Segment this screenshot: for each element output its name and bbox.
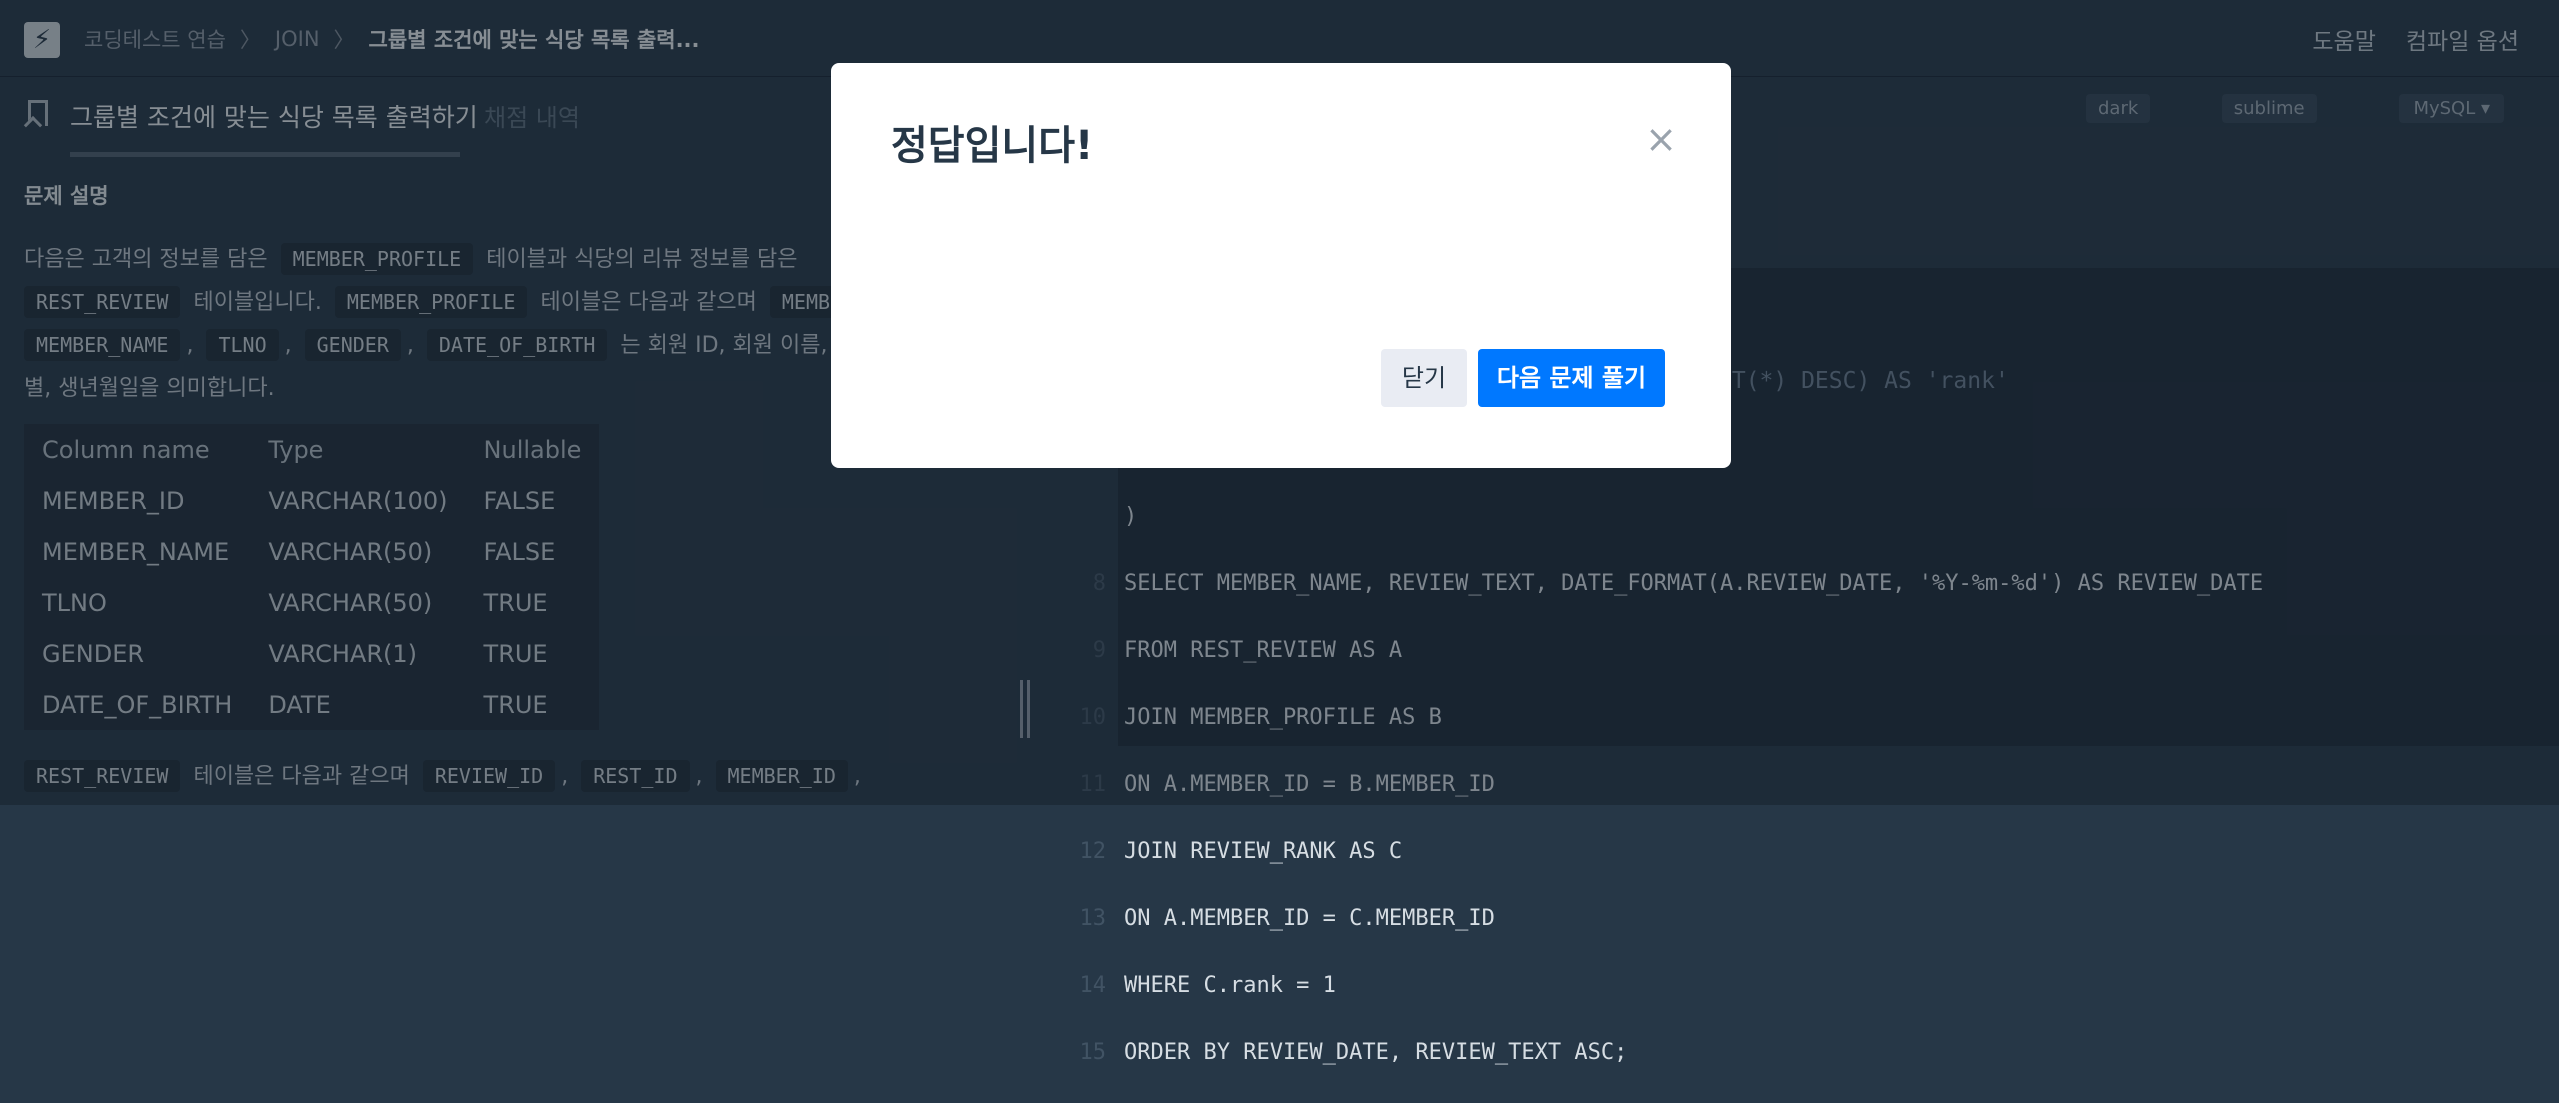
- code-line: 14 WHERE C.rank = 1: [1060, 969, 2263, 1003]
- line-number: 15: [1079, 1039, 1107, 1065]
- line-number: 13: [1079, 905, 1107, 931]
- code-line: 13 ON A.MEMBER_ID = C.MEMBER_ID: [1060, 902, 2263, 936]
- modal-title: 정답입니다!: [891, 123, 1094, 169]
- success-modal: 정답입니다! × 닫기 다음 문제 풀기: [831, 63, 1731, 468]
- line-number: 14: [1079, 972, 1107, 998]
- line-number: 12: [1079, 838, 1107, 864]
- code-text: ORDER BY REVIEW_DATE, REVIEW_TEXT ASC;: [1124, 1039, 1628, 1065]
- code-line: 12 JOIN REVIEW_RANK AS C: [1060, 835, 2263, 869]
- code-line: 15 ORDER BY REVIEW_DATE, REVIEW_TEXT ASC;: [1060, 1036, 2263, 1070]
- code-text: JOIN REVIEW_RANK AS C: [1124, 838, 1403, 864]
- close-button[interactable]: 닫기: [1381, 349, 1467, 407]
- code-text: ON A.MEMBER_ID = C.MEMBER_ID: [1124, 905, 1495, 931]
- code-text: WHERE C.rank = 1: [1124, 972, 1336, 998]
- next-problem-button[interactable]: 다음 문제 풀기: [1478, 349, 1665, 407]
- close-icon[interactable]: ×: [1641, 119, 1681, 159]
